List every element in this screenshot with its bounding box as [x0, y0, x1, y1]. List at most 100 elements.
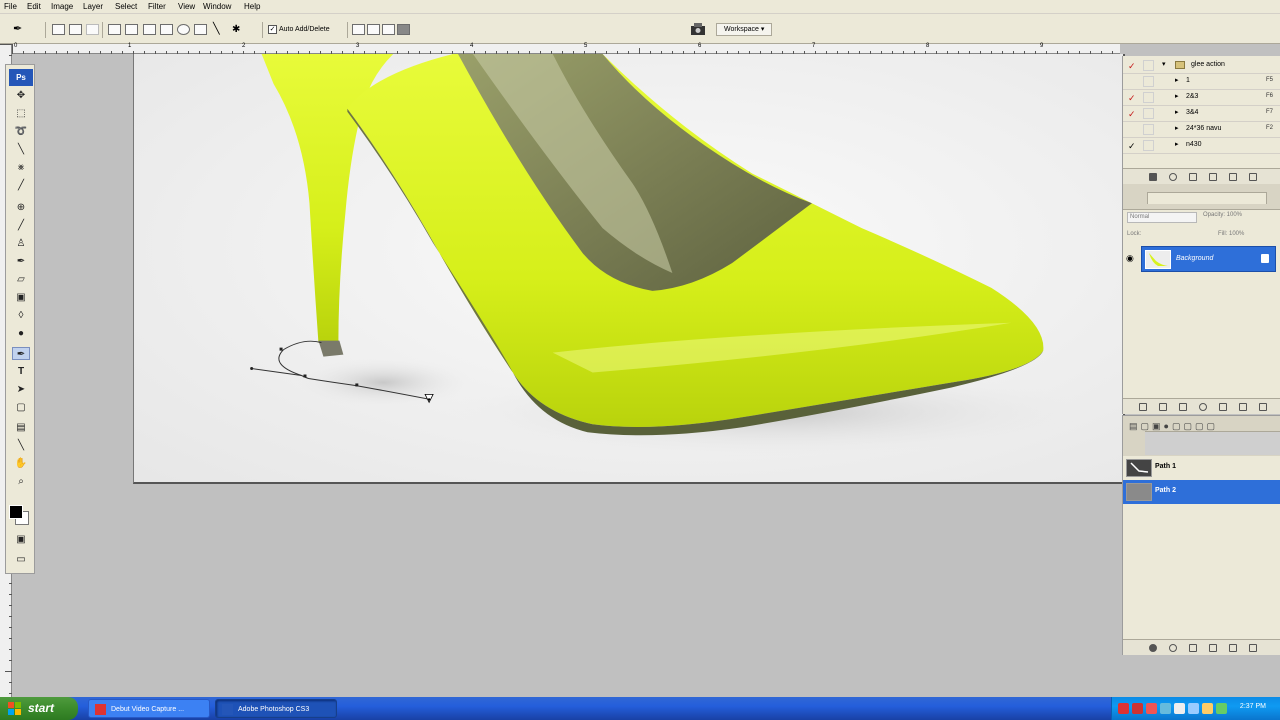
action-item[interactable]: ✓ ▸ 2&3 F6 [1123, 90, 1280, 106]
freeform-pen-icon[interactable] [125, 24, 138, 35]
tab-layers[interactable] [1147, 192, 1267, 204]
eyedropper-icon[interactable]: ╲ [12, 439, 30, 452]
chevron-right-icon[interactable]: ▸ [1175, 108, 1179, 116]
blend-mode-select[interactable]: Normal [1127, 212, 1197, 223]
rectangle-tool-icon[interactable] [143, 24, 156, 35]
blur-tool-icon[interactable]: ◊ [12, 309, 30, 322]
gradient-tool-icon[interactable]: ▣ [12, 291, 30, 304]
play-icon[interactable] [1189, 173, 1197, 181]
intersect-path-icon[interactable] [382, 24, 395, 35]
trash-icon[interactable] [1249, 173, 1257, 181]
hand-tool-icon[interactable]: ✋ [12, 457, 30, 470]
add-to-path-icon[interactable] [352, 24, 365, 35]
menu-window[interactable]: Window [203, 2, 231, 12]
rounded-rectangle-icon[interactable] [160, 24, 173, 35]
foreground-color-swatch[interactable] [9, 505, 23, 519]
menu-view[interactable]: View [178, 2, 195, 12]
chevron-right-icon[interactable]: ▸ [1175, 140, 1179, 148]
make-path-icon[interactable] [1209, 644, 1217, 652]
checkmark-icon[interactable]: ✓ [1128, 61, 1137, 71]
checkmark-icon[interactable]: ✓ [1128, 141, 1137, 151]
type-tool-icon[interactable]: T [12, 365, 30, 378]
subtract-path-icon[interactable] [367, 24, 380, 35]
tray-app-icon[interactable] [1146, 703, 1157, 714]
polygon-tool-icon[interactable] [194, 24, 207, 35]
pen-tool-icon[interactable]: ✒ [12, 347, 30, 360]
tray-app-icon[interactable] [1132, 703, 1143, 714]
tray-app-icon[interactable] [1118, 703, 1129, 714]
healing-brush-icon[interactable]: ⊕ [12, 201, 30, 214]
magic-wand-icon[interactable]: ╲ [12, 143, 30, 156]
screen-mode-icon[interactable]: ▭ [12, 553, 30, 566]
new-layer-icon[interactable] [1239, 403, 1247, 411]
crop-tool-icon[interactable]: ⨳ [12, 161, 30, 174]
menu-help[interactable]: Help [244, 2, 260, 12]
load-selection-icon[interactable] [1189, 644, 1197, 652]
record-icon[interactable] [1169, 173, 1177, 181]
checkmark-icon[interactable]: ✓ [1128, 93, 1137, 103]
menu-image[interactable]: Image [51, 2, 73, 12]
history-brush-icon[interactable]: ✒ [12, 255, 30, 268]
document-canvas[interactable] [133, 54, 1125, 484]
action-item[interactable]: ▸ 1 F5 [1123, 74, 1280, 90]
action-item[interactable]: ✓ ▸ n430 [1123, 138, 1280, 154]
move-tool-icon[interactable]: ✥ [12, 89, 30, 102]
stop-icon[interactable] [1149, 173, 1157, 181]
menu-filter[interactable]: Filter [148, 2, 166, 12]
brushes-palette-icon[interactable] [690, 22, 708, 36]
network-icon[interactable] [1188, 703, 1199, 714]
clone-stamp-icon[interactable]: ♙ [12, 237, 30, 250]
link-icon[interactable] [1139, 403, 1147, 411]
new-action-icon[interactable] [1229, 173, 1237, 181]
trash-icon[interactable] [1249, 644, 1257, 652]
path-row[interactable]: Path 2 [1123, 480, 1280, 504]
fill-pixels-button[interactable] [86, 24, 99, 35]
menu-edit[interactable]: Edit [27, 2, 41, 12]
dialog-toggle[interactable] [1143, 108, 1154, 119]
fill-path-icon[interactable] [1149, 644, 1157, 652]
chevron-right-icon[interactable]: ▸ [1175, 92, 1179, 100]
taskbar-debut-video[interactable]: Debut Video Capture ... [88, 699, 210, 718]
fill-field[interactable]: Fill: 100% [1218, 231, 1244, 237]
path-row[interactable]: Path 1 [1123, 456, 1280, 480]
group-icon[interactable] [1219, 403, 1227, 411]
lock-controls[interactable]: Lock: [1127, 231, 1141, 237]
eraser-tool-icon[interactable]: ▱ [12, 273, 30, 286]
new-set-icon[interactable] [1209, 173, 1217, 181]
exclude-path-icon[interactable] [397, 24, 410, 35]
volume-icon[interactable] [1202, 703, 1213, 714]
chevron-right-icon[interactable]: ▸ [1175, 76, 1179, 84]
pen-tool-preset-icon[interactable]: ✒ [13, 24, 26, 35]
dodge-tool-icon[interactable]: ● [12, 327, 30, 340]
checkmark-icon[interactable]: ✓ [1128, 109, 1137, 119]
ellipse-tool-icon[interactable] [177, 24, 190, 35]
dialog-toggle[interactable] [1143, 124, 1154, 135]
dialog-toggle[interactable] [1143, 140, 1154, 151]
adjustment-icon[interactable] [1199, 403, 1207, 411]
pen-tool-icon[interactable] [108, 24, 121, 35]
slice-tool-icon[interactable]: ╱ [12, 179, 30, 192]
tray-app-icon[interactable] [1160, 703, 1171, 714]
workspace-button[interactable]: Workspace ▾ [716, 23, 773, 36]
security-icon[interactable] [1216, 703, 1227, 714]
action-item[interactable]: ▸ 24*36 navu F2 [1123, 122, 1280, 138]
action-item[interactable]: ✓ ▸ 3&4 F7 [1123, 106, 1280, 122]
dialog-toggle[interactable] [1143, 92, 1154, 103]
custom-shape-icon[interactable]: ✱ [232, 24, 245, 35]
marquee-tool-icon[interactable]: ⬚ [12, 107, 30, 120]
stroke-path-icon[interactable] [1169, 644, 1177, 652]
zoom-tool-icon[interactable]: ⌕ [12, 475, 30, 488]
trash-icon[interactable] [1259, 403, 1267, 411]
quick-mask-icon[interactable]: ▣ [12, 533, 30, 546]
auto-add-delete-checkbox[interactable]: ✓ Auto Add/Delete [268, 23, 330, 36]
menu-layer[interactable]: Layer [83, 2, 103, 12]
chevron-down-icon[interactable]: ▾ [1162, 60, 1166, 68]
taskbar-photoshop[interactable]: Adobe Photoshop CS3 [215, 699, 337, 718]
action-set-row[interactable]: ✓ ▾ glee action [1123, 58, 1280, 74]
notes-tool-icon[interactable]: ▤ [12, 421, 30, 434]
start-button[interactable]: start [0, 697, 78, 720]
tray-app-icon[interactable] [1174, 703, 1185, 714]
line-tool-icon[interactable]: ╲ [213, 24, 226, 35]
shape-layers-button[interactable] [52, 24, 65, 35]
new-path-icon[interactable] [1229, 644, 1237, 652]
